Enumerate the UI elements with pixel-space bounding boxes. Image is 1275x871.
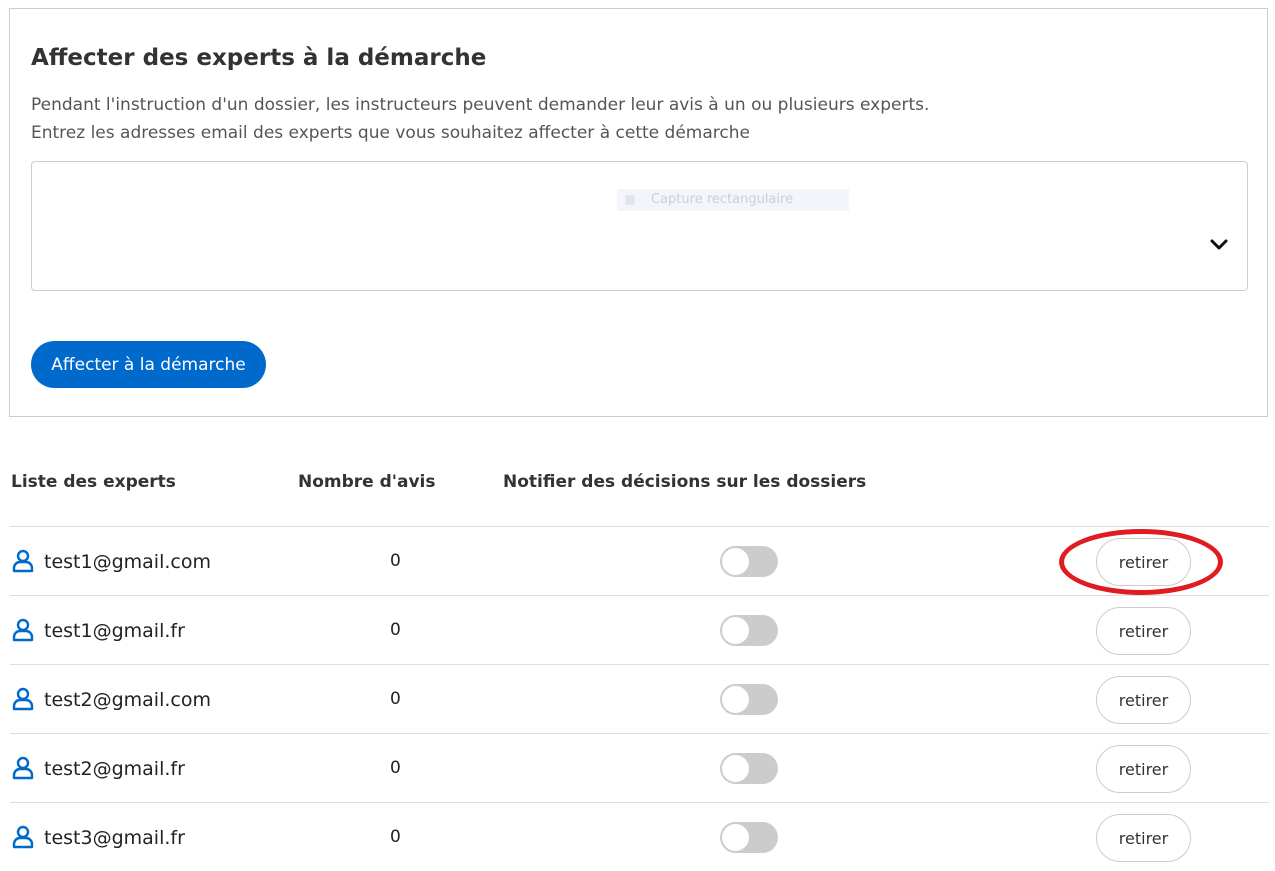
description-line-2: Entrez les adresses email des experts qu… <box>31 123 750 143</box>
header-count: Nombre d'avis <box>298 472 436 492</box>
user-icon <box>12 618 34 642</box>
notify-toggle[interactable] <box>720 546 778 577</box>
description-line-1: Pendant l'instruction d'un dossier, les … <box>31 95 930 115</box>
header-experts: Liste des experts <box>11 472 176 492</box>
table-row: test2@gmail.com 0 retirer <box>10 664 1269 733</box>
expert-email: test1@gmail.com <box>44 551 211 573</box>
table-row: test2@gmail.fr 0 retirer <box>10 733 1269 802</box>
remove-expert-button[interactable]: retirer <box>1096 814 1191 862</box>
avis-count: 0 <box>390 689 401 709</box>
expert-email: test2@gmail.com <box>44 689 211 711</box>
table-row: test1@gmail.fr 0 retirer <box>10 595 1269 664</box>
toggle-knob <box>722 755 749 782</box>
notify-toggle[interactable] <box>720 684 778 715</box>
toggle-knob <box>722 617 749 644</box>
chevron-down-icon[interactable] <box>1209 238 1229 252</box>
avis-count: 0 <box>390 758 401 778</box>
remove-expert-button[interactable]: retirer <box>1096 607 1191 655</box>
experts-table-header: Liste des experts Nombre d'avis Notifier… <box>0 472 1275 496</box>
notify-toggle[interactable] <box>720 615 778 646</box>
expert-email: test1@gmail.fr <box>44 620 185 642</box>
capture-icon <box>625 195 635 205</box>
user-icon <box>12 825 34 849</box>
capture-overlay-text: Capture rectangulaire <box>651 192 794 207</box>
notify-toggle[interactable] <box>720 753 778 784</box>
section-title: Affecter des experts à la démarche <box>31 45 487 71</box>
experts-email-select[interactable]: Capture rectangulaire <box>31 161 1248 291</box>
assign-experts-panel: Affecter des experts à la démarche Penda… <box>9 8 1268 417</box>
remove-expert-button[interactable]: retirer <box>1096 745 1191 793</box>
toggle-knob <box>722 824 749 851</box>
section-description: Pendant l'instruction d'un dossier, les … <box>31 91 929 147</box>
table-row: test3@gmail.fr 0 retirer <box>10 802 1269 871</box>
avis-count: 0 <box>390 827 401 847</box>
toggle-knob <box>722 548 749 575</box>
remove-expert-button[interactable]: retirer <box>1096 538 1191 586</box>
user-icon <box>12 549 34 573</box>
header-notify: Notifier des décisions sur les dossiers <box>503 472 867 492</box>
table-row: test1@gmail.com 0 retirer <box>10 526 1269 595</box>
notify-toggle[interactable] <box>720 822 778 853</box>
avis-count: 0 <box>390 620 401 640</box>
toggle-knob <box>722 686 749 713</box>
user-icon <box>12 687 34 711</box>
assign-button[interactable]: Affecter à la démarche <box>31 341 266 388</box>
remove-expert-button[interactable]: retirer <box>1096 676 1191 724</box>
expert-email: test3@gmail.fr <box>44 827 185 849</box>
avis-count: 0 <box>390 551 401 571</box>
expert-email: test2@gmail.fr <box>44 758 185 780</box>
user-icon <box>12 756 34 780</box>
capture-overlay: Capture rectangulaire <box>617 189 849 211</box>
